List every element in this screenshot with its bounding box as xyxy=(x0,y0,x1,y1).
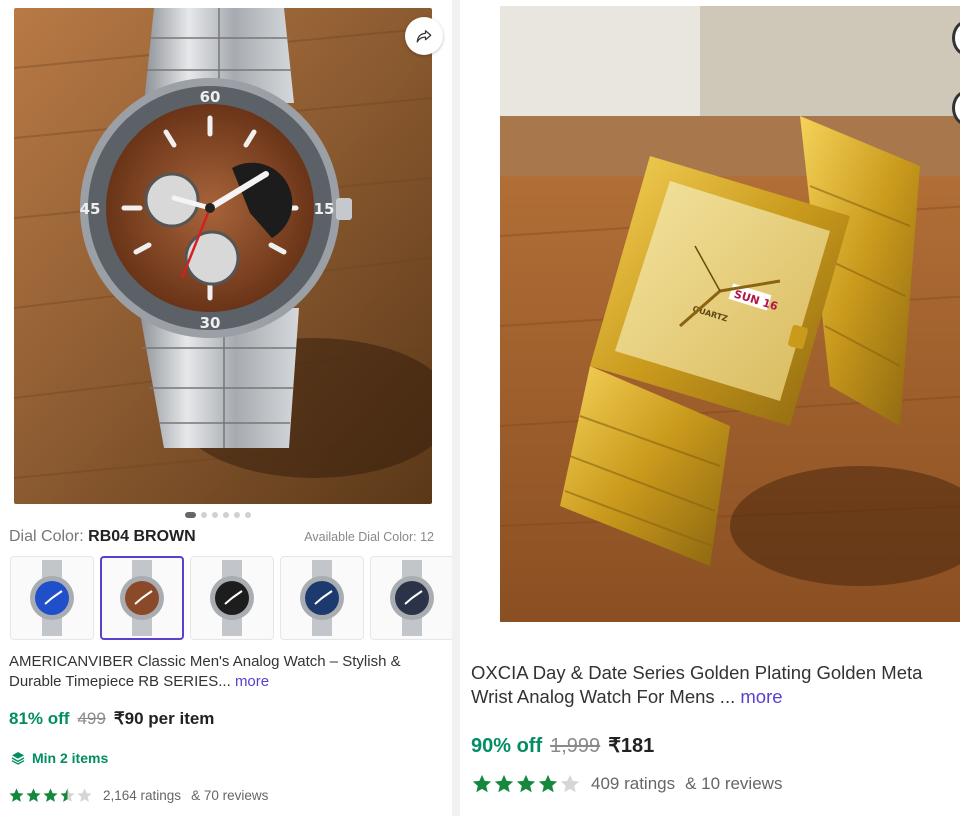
star-icon xyxy=(43,788,58,802)
star-rating xyxy=(471,773,581,795)
ratings-count: 409 ratings xyxy=(591,774,676,793)
price-row: 81% off 499 ₹90 per item xyxy=(9,709,214,729)
stack-icon xyxy=(11,752,25,765)
sale-price: ₹181 xyxy=(608,735,655,757)
carousel-dot[interactable] xyxy=(223,512,229,518)
product-title[interactable]: OXCIA Day & Date Series Golden Plating G… xyxy=(471,661,960,710)
product-title-line-2: Wrist Analog Watch For Mens ... xyxy=(471,686,736,708)
price-row: 90% off 1,999 ₹181 xyxy=(471,733,654,758)
carousel-dot[interactable] xyxy=(212,512,218,518)
image-carousel-dots[interactable] xyxy=(185,512,251,518)
star-icon xyxy=(26,788,41,802)
star-icon xyxy=(472,774,492,793)
svg-text:30: 30 xyxy=(200,314,221,332)
dial-color-thumbnail[interactable] xyxy=(190,556,274,640)
min-items-text: Min 2 items xyxy=(32,750,109,766)
share-button[interactable] xyxy=(405,17,443,55)
star-icon xyxy=(494,774,514,793)
dial-color-thumbnails xyxy=(10,556,452,640)
discount-percent: 90% off xyxy=(471,735,543,757)
star-icon xyxy=(560,774,580,793)
svg-text:45: 45 xyxy=(80,200,101,218)
star-icon xyxy=(516,774,536,793)
carousel-dot[interactable] xyxy=(234,512,240,518)
watch-thumbnail-icon xyxy=(300,560,344,636)
watch-thumbnail-icon xyxy=(390,560,434,636)
available-dial-color: Available Dial Color: 12 xyxy=(304,530,434,544)
watch-thumbnail-icon xyxy=(120,560,164,636)
product-title-text: AMERICANVIBER Classic Men's Analog Watch… xyxy=(9,653,401,690)
ratings-row[interactable]: 409 ratings & 10 reviews xyxy=(471,773,782,795)
dial-color-label: Dial Color: xyxy=(9,528,84,545)
brown-watch-image: 60 15 30 45 xyxy=(14,8,432,504)
reviews-count: & 70 reviews xyxy=(191,788,269,803)
ratings-count: 2,164 ratings xyxy=(103,788,182,803)
product-card-left[interactable]: 60 15 30 45 Dial Color: RB04 BROWN Avail… xyxy=(0,0,452,816)
dial-color-thumbnail[interactable] xyxy=(10,556,94,640)
reviews-count: & 10 reviews xyxy=(685,774,783,793)
ratings-row[interactable]: 2,164 ratings & 70 reviews xyxy=(8,787,268,804)
product-title-line-1: OXCIA Day & Date Series Golden Plating G… xyxy=(471,662,923,683)
dial-color-thumbnail[interactable] xyxy=(100,556,184,640)
share-icon xyxy=(416,30,432,43)
star-icon xyxy=(60,788,75,802)
star-icon xyxy=(538,774,558,793)
discount-percent: 81% off xyxy=(9,709,70,728)
star-icon xyxy=(77,788,92,802)
min-items-badge: Min 2 items xyxy=(10,750,108,766)
dial-color-thumbnail[interactable] xyxy=(370,556,452,640)
dial-color-thumbnail[interactable] xyxy=(280,556,364,640)
dial-color-row: Dial Color: RB04 BROWN Available Dial Co… xyxy=(9,528,434,546)
watch-thumbnail-icon xyxy=(210,560,254,636)
carousel-dot[interactable] xyxy=(185,512,196,518)
original-price: 1,999 xyxy=(550,735,601,757)
star-rating xyxy=(8,787,93,804)
product-image-left[interactable]: 60 15 30 45 xyxy=(14,8,432,504)
product-title[interactable]: AMERICANVIBER Classic Men's Analog Watch… xyxy=(9,652,439,692)
svg-text:15: 15 xyxy=(314,200,335,218)
golden-watch-image: QUARTZ SUN 16 xyxy=(500,6,960,622)
product-card-right[interactable]: QUARTZ SUN 16 OXCIA Day & Date Series Go… xyxy=(460,0,960,816)
dial-color-value: RB04 BROWN xyxy=(88,528,196,545)
more-link[interactable]: more xyxy=(740,686,782,707)
original-price: 499 xyxy=(77,709,106,728)
card-separator xyxy=(452,0,460,816)
more-link[interactable]: more xyxy=(235,673,269,690)
svg-text:60: 60 xyxy=(200,88,221,106)
product-image-right[interactable]: QUARTZ SUN 16 xyxy=(500,6,960,622)
star-icon xyxy=(9,788,24,802)
carousel-dot[interactable] xyxy=(245,512,251,518)
carousel-dot[interactable] xyxy=(201,512,207,518)
sale-price: ₹90 per item xyxy=(113,709,215,728)
watch-thumbnail-icon xyxy=(30,560,74,636)
